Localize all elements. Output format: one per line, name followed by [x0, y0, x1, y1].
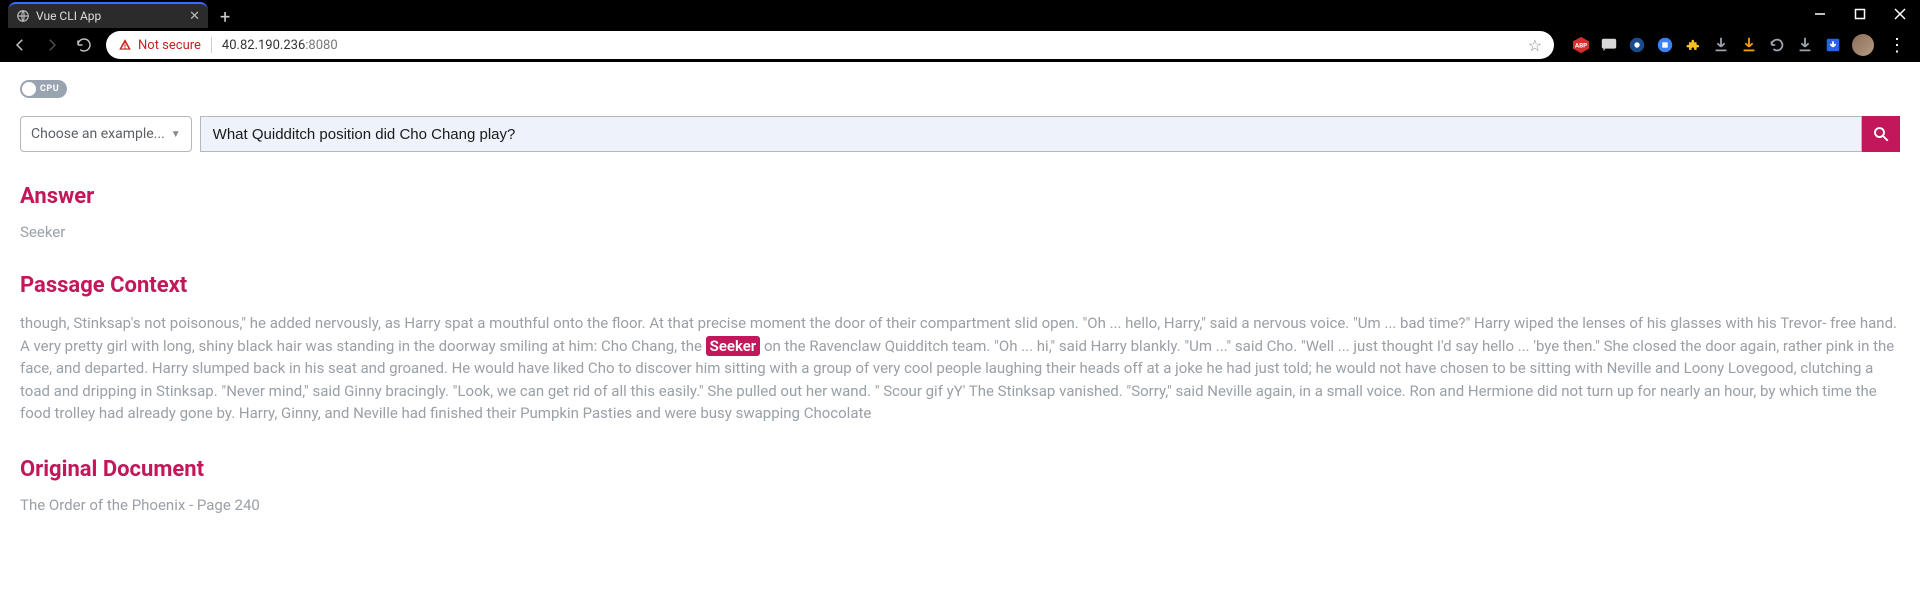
- url-port: :8080: [305, 38, 337, 53]
- new-tab-button[interactable]: +: [212, 7, 238, 28]
- search-icon: [1872, 125, 1890, 143]
- passage-text: though, Stinksap's not poisonous," he ad…: [20, 312, 1900, 425]
- cpu-toggle[interactable]: CPU: [20, 80, 67, 98]
- example-select[interactable]: Choose an example... ▼: [20, 116, 192, 152]
- separator: [211, 37, 212, 53]
- extension-download-1-icon[interactable]: [1712, 36, 1730, 54]
- document-heading: Original Document: [20, 457, 1900, 482]
- profile-avatar[interactable]: [1852, 34, 1874, 56]
- toggle-label: CPU: [40, 84, 59, 94]
- nav-back-button[interactable]: [10, 35, 30, 55]
- url-host: 40.82.190.236: [222, 38, 305, 53]
- answer-heading: Answer: [20, 184, 1900, 209]
- passage-heading: Passage Context: [20, 273, 1900, 298]
- answer-text: Seeker: [20, 223, 1900, 241]
- extension-row: ABP ⋮: [1566, 34, 1910, 56]
- extension-refresh-icon[interactable]: [1768, 36, 1786, 54]
- extension-circle-icon[interactable]: [1628, 36, 1646, 54]
- extension-puzzle-icon[interactable]: [1684, 36, 1702, 54]
- not-secure-label: Not secure: [138, 38, 201, 53]
- extension-shield-icon[interactable]: [1656, 36, 1674, 54]
- search-button[interactable]: [1862, 116, 1900, 152]
- window-close-button[interactable]: [1880, 0, 1920, 28]
- url-text: 40.82.190.236:8080: [222, 38, 338, 53]
- extension-chat-icon[interactable]: [1600, 36, 1618, 54]
- omnibox[interactable]: Not secure 40.82.190.236:8080 ☆: [106, 31, 1554, 59]
- warning-icon: [118, 38, 132, 52]
- globe-icon: [16, 9, 30, 23]
- extension-download-2-icon[interactable]: [1740, 36, 1758, 54]
- not-secure-indicator[interactable]: Not secure: [118, 38, 201, 53]
- question-input[interactable]: [200, 116, 1862, 152]
- browser-menu-button[interactable]: ⋮: [1884, 35, 1910, 56]
- tab-title: Vue CLI App: [36, 9, 183, 23]
- extension-download-4-icon[interactable]: [1824, 36, 1842, 54]
- window-maximize-button[interactable]: [1840, 0, 1880, 28]
- example-select-label: Choose an example...: [31, 126, 165, 142]
- extension-download-3-icon[interactable]: [1796, 36, 1814, 54]
- browser-tab[interactable]: Vue CLI App ✕: [8, 2, 208, 28]
- toggle-knob: [22, 82, 36, 96]
- nav-forward-button[interactable]: [42, 35, 62, 55]
- document-source: The Order of the Phoenix - Page 240: [20, 496, 1900, 514]
- search-row: Choose an example... ▼: [20, 116, 1900, 152]
- svg-text:ABP: ABP: [1575, 42, 1587, 50]
- caret-down-icon: ▼: [171, 129, 181, 140]
- bookmark-star-icon[interactable]: ☆: [1528, 36, 1542, 55]
- window-minimize-button[interactable]: [1800, 0, 1840, 28]
- window-controls: [1800, 0, 1920, 28]
- window-titlebar: Vue CLI App ✕ +: [0, 0, 1920, 28]
- browser-toolbar: Not secure 40.82.190.236:8080 ☆ ABP ⋮: [0, 28, 1920, 62]
- page-content: CPU Choose an example... ▼ Answer Seeker…: [0, 62, 1920, 532]
- extension-abp-icon[interactable]: ABP: [1572, 36, 1590, 54]
- nav-reload-button[interactable]: [74, 35, 94, 55]
- tab-strip: Vue CLI App ✕ +: [0, 0, 238, 28]
- tab-close-icon[interactable]: ✕: [189, 9, 200, 24]
- passage-highlight: Seeker: [706, 336, 761, 356]
